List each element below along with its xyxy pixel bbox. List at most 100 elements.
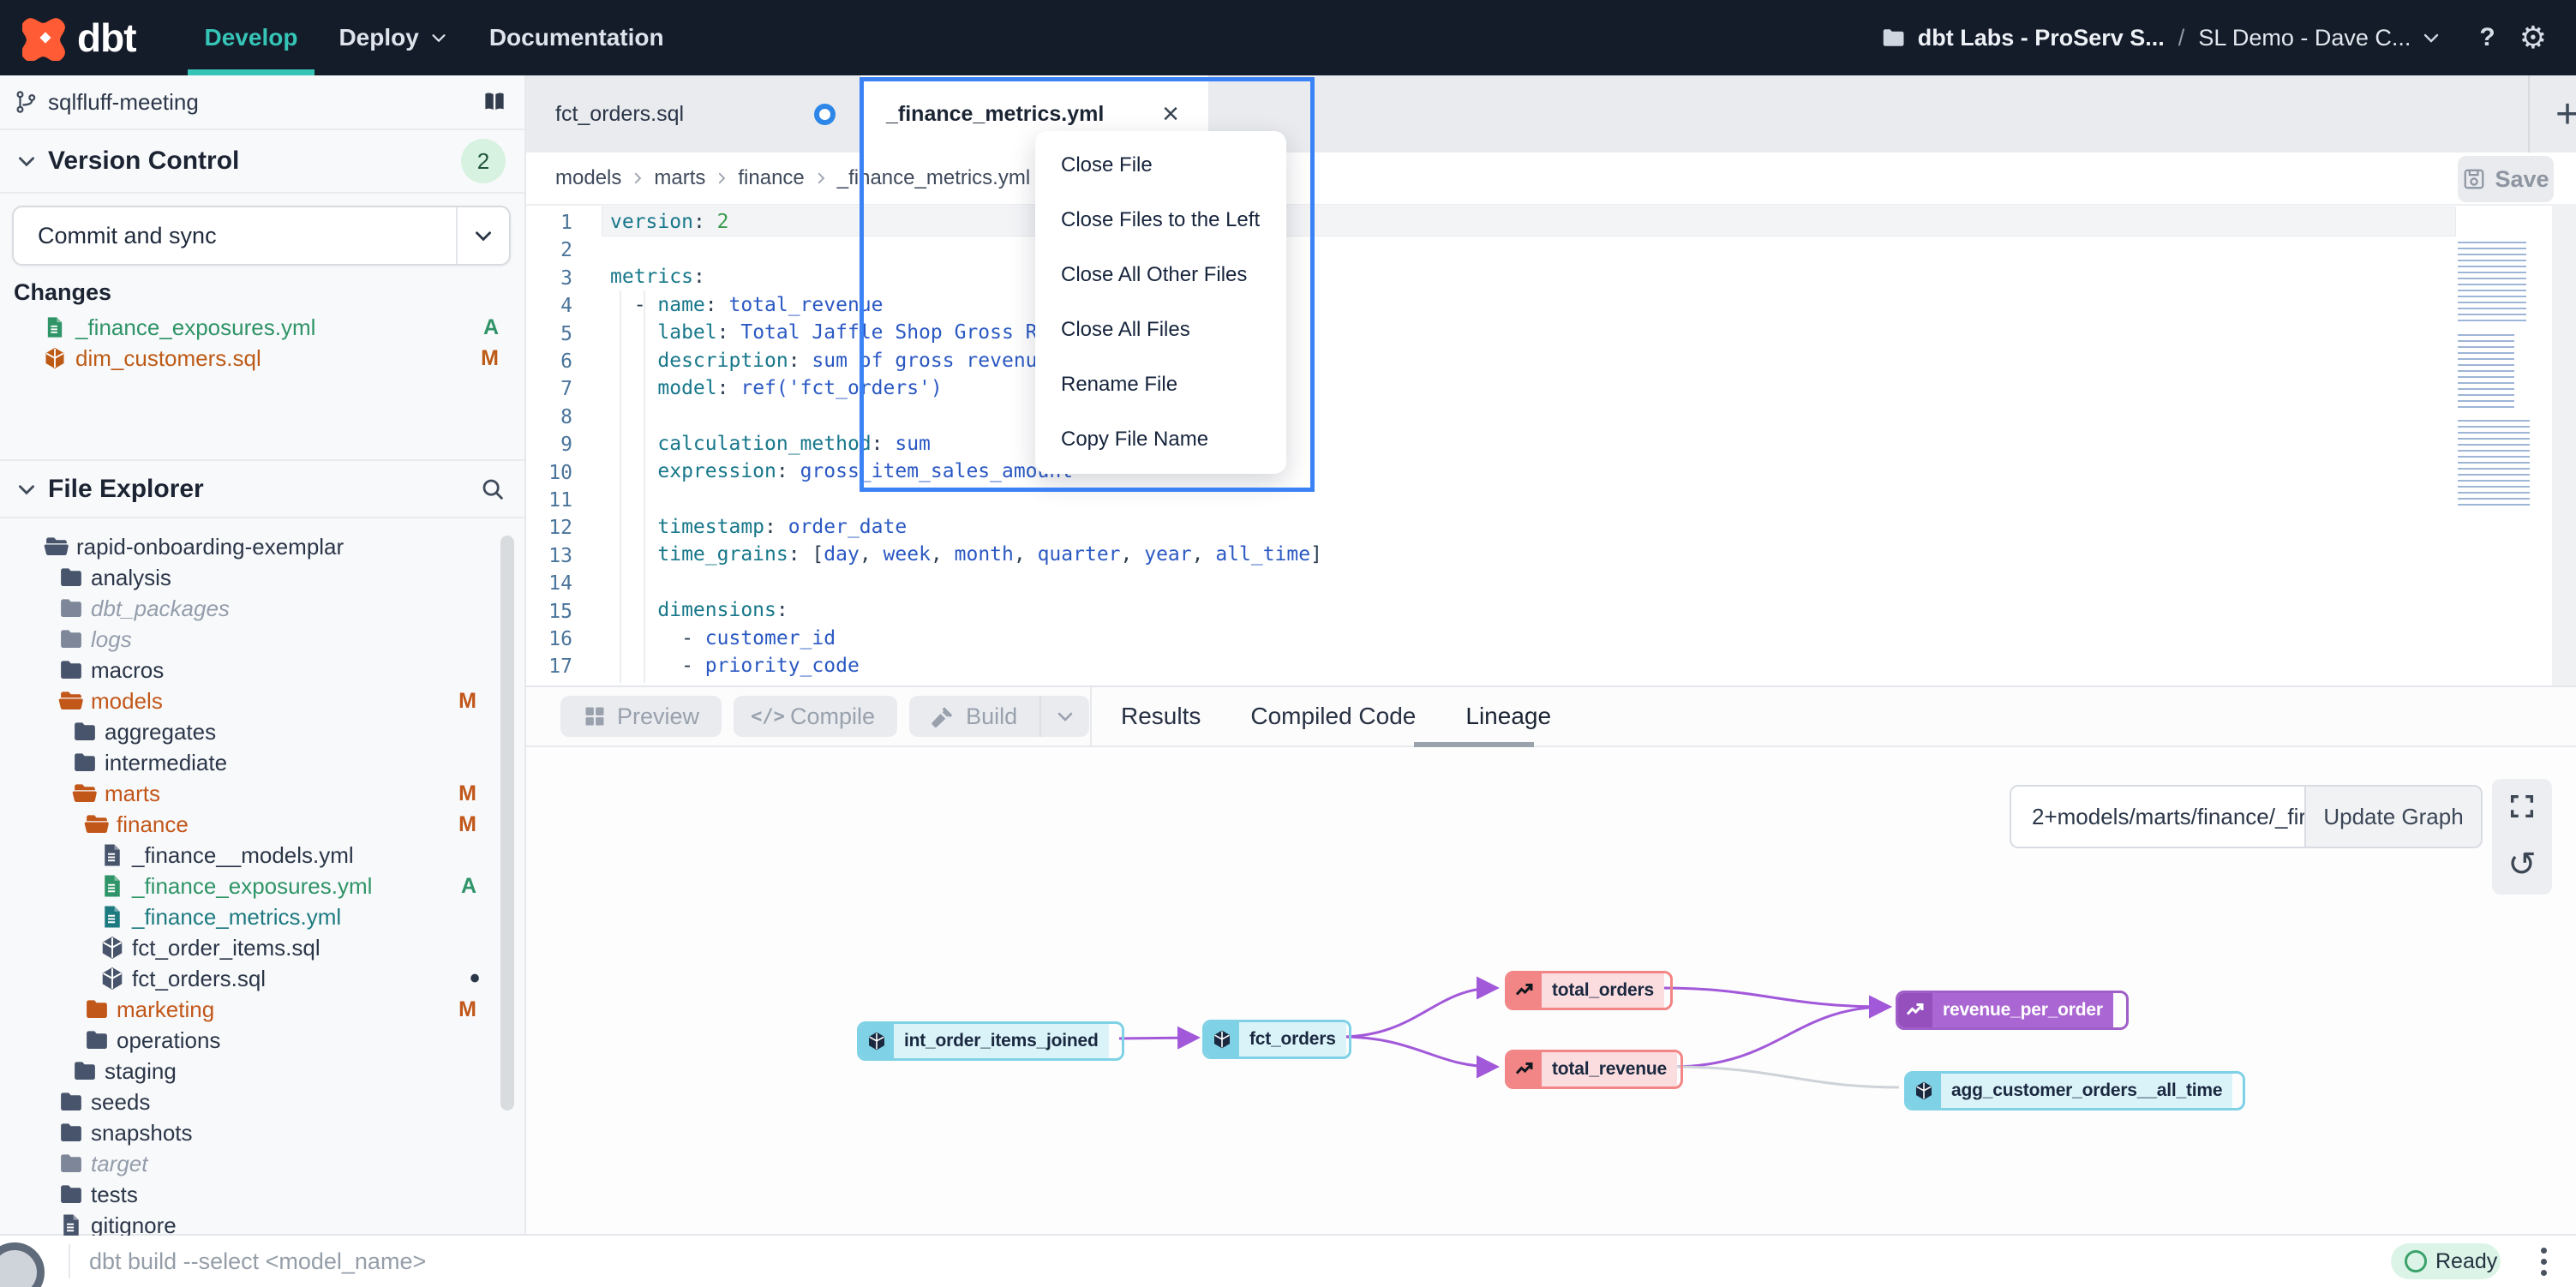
tree-item-marketing[interactable]: marketingM — [0, 994, 524, 1025]
tree-item-operations[interactable]: operations — [0, 1025, 524, 1056]
dbt-logo[interactable]: dbt — [22, 15, 136, 61]
tree-item-models[interactable]: modelsM — [0, 685, 524, 716]
folder-icon — [72, 1058, 98, 1084]
change-item-finance-exposures-yml[interactable]: _finance_exposures.ymlA — [0, 312, 524, 343]
search-icon[interactable] — [480, 476, 506, 502]
nav-link-documentation[interactable]: Documentation — [469, 0, 685, 75]
tree-item-macros[interactable]: macros — [0, 655, 524, 685]
close-icon[interactable]: × — [1162, 99, 1179, 129]
commit-dropdown-toggle[interactable] — [456, 207, 509, 264]
command-input[interactable]: dbt build --select <model_name> — [89, 1236, 426, 1287]
tab-lineage[interactable]: Lineage — [1462, 703, 1555, 730]
build-button[interactable]: Build — [909, 696, 1039, 737]
tree-item-marts[interactable]: martsM — [0, 778, 524, 809]
menu-item-close-files-to-the-left[interactable]: Close Files to the Left — [1035, 193, 1286, 248]
tree-item-fct-orders-sql[interactable]: fct_orders.sql• — [0, 963, 524, 994]
tree-item-label: staging — [105, 1058, 177, 1085]
tree-item-label: gitignore — [91, 1212, 177, 1236]
metric-trend-icon — [1507, 1052, 1542, 1086]
tree-item-fct-order-items-sql[interactable]: fct_order_items.sql — [0, 932, 524, 963]
git-branch-icon — [14, 89, 39, 115]
lineage-canvas[interactable]: Update Graph ↺ int_order_items_joinedfct… — [526, 747, 2576, 1237]
dbt-cloud-ide: dbt Develop Deploy Documentation dbt Labs … — [0, 0, 2576, 1287]
tree-item-intermediate[interactable]: intermediate — [0, 747, 524, 778]
tree-item-gitignore[interactable]: gitignore — [0, 1210, 524, 1236]
commit-and-sync-button[interactable]: Commit and sync — [12, 206, 511, 266]
tree-item-finance-exposures-yml[interactable]: _finance_exposures.ymlA — [0, 871, 524, 901]
account-name[interactable]: dbt Labs - ProServ S... — [1918, 25, 2165, 51]
nav-link-deploy[interactable]: Deploy — [318, 0, 468, 75]
line-number: 2 — [526, 239, 572, 261]
save-button[interactable]: Save — [2458, 156, 2554, 202]
tree-item-finance-metrics-yml[interactable]: _finance_metrics.yml — [0, 901, 524, 932]
tree-item-analysis[interactable]: analysis — [0, 562, 524, 593]
tree-scrollbar[interactable] — [500, 536, 514, 1110]
metric-trend-icon — [1898, 993, 1932, 1027]
git-branch-row[interactable]: sqlfluff-meeting — [0, 75, 524, 130]
file-explorer-header[interactable]: File Explorer — [0, 459, 524, 518]
line-number: 13 — [526, 545, 572, 567]
tree-item-snapshots[interactable]: snapshots — [0, 1117, 524, 1148]
tree-item-label: rapid-onboarding-exemplar — [76, 534, 344, 560]
tab-context-menu: Close FileClose Files to the LeftClose A… — [1035, 131, 1286, 474]
line-number: 1 — [526, 212, 572, 234]
kebab-menu-icon[interactable] — [2535, 1244, 2552, 1278]
breadcrumb-item-models[interactable]: models — [555, 166, 621, 190]
code-editor[interactable]: 1version: 223metrics:4 - name: total_rev… — [526, 204, 2576, 685]
lineage-node-agg-customer-orders-all-time[interactable]: agg_customer_orders__all_time — [1904, 1071, 2245, 1110]
tree-item-finance-models-yml[interactable]: _finance__models.yml — [0, 840, 524, 871]
line-number: 12 — [526, 517, 572, 539]
tab-compiled-code[interactable]: Compiled Code — [1247, 703, 1419, 730]
lineage-node-fct-orders[interactable]: fct_orders — [1202, 1020, 1351, 1059]
git-status-badge: M — [458, 997, 476, 1022]
compile-button[interactable]: </>Compile — [734, 696, 897, 737]
breadcrumb-item-finance-metrics-yml[interactable]: _finance_metrics.yml — [837, 166, 1030, 190]
model-cube-icon — [1907, 1074, 1941, 1108]
build-dropdown-toggle[interactable] — [1039, 696, 1089, 737]
tree-item-rapid-onboarding-exemplar[interactable]: rapid-onboarding-exemplar — [0, 531, 524, 562]
tree-item-logs[interactable]: logs — [0, 624, 524, 655]
code-icon: </> — [756, 704, 780, 728]
tree-item-aggregates[interactable]: aggregates — [0, 716, 524, 747]
project-selector[interactable]: SL Demo - Dave C... — [2198, 25, 2411, 51]
tree-item-seeds[interactable]: seeds — [0, 1086, 524, 1117]
editor-scrollbar[interactable] — [2552, 204, 2576, 685]
tree-item-dbt-packages[interactable]: dbt_packages — [0, 593, 524, 624]
chevron-down-icon — [2421, 27, 2441, 48]
lineage-node-total-orders[interactable]: total_orders — [1505, 971, 1673, 1010]
breadcrumb-item-marts[interactable]: marts — [654, 166, 705, 190]
docs-book-icon[interactable] — [480, 89, 509, 115]
line-number: 16 — [526, 628, 572, 650]
tab-label: _finance_metrics.yml — [886, 102, 1104, 127]
lineage-node-revenue-per-order[interactable]: revenue_per_order — [1896, 991, 2129, 1030]
tree-item-tests[interactable]: tests — [0, 1179, 524, 1210]
save-floppy-icon — [2462, 167, 2486, 191]
menu-item-close-all-files[interactable]: Close All Files — [1035, 302, 1286, 357]
preview-button[interactable]: Preview — [560, 696, 722, 737]
menu-item-copy-file-name[interactable]: Copy File Name — [1035, 412, 1286, 467]
code-line: calculation_method: sum — [610, 429, 931, 458]
new-tab-button[interactable]: + — [2542, 75, 2576, 153]
chevron-down-icon — [1055, 706, 1075, 727]
version-control-header[interactable]: Version Control 2 — [0, 130, 524, 194]
breadcrumb-item-finance[interactable]: finance — [738, 166, 804, 190]
tree-item-target[interactable]: target — [0, 1148, 524, 1179]
tree-item-staging[interactable]: staging — [0, 1056, 524, 1086]
nav-link-develop[interactable]: Develop — [184, 0, 319, 75]
tree-item-finance[interactable]: financeM — [0, 809, 524, 840]
yaml-file-icon — [99, 842, 125, 868]
minimap[interactable] — [2458, 242, 2531, 521]
menu-item-close-file[interactable]: Close File — [1035, 138, 1286, 193]
menu-item-rename-file[interactable]: Rename File — [1035, 357, 1286, 412]
lineage-node-total-revenue[interactable]: total_revenue — [1505, 1050, 1683, 1089]
model-cube-icon — [99, 935, 125, 961]
tab-results[interactable]: Results — [1117, 703, 1204, 730]
tab-fct-orders-sql[interactable]: fct_orders.sql — [526, 75, 859, 153]
gear-icon[interactable]: ⚙ — [2519, 22, 2547, 53]
code-line: version: 2 — [610, 207, 729, 236]
help-icon[interactable]: ? — [2479, 23, 2495, 52]
change-item-dim-customers-sql[interactable]: dim_customers.sqlM — [0, 343, 524, 374]
menu-item-close-all-other-files[interactable]: Close All Other Files — [1035, 248, 1286, 302]
lineage-node-int-order-items-joined[interactable]: int_order_items_joined — [857, 1021, 1124, 1061]
nav-link-label: Deploy — [338, 24, 418, 51]
